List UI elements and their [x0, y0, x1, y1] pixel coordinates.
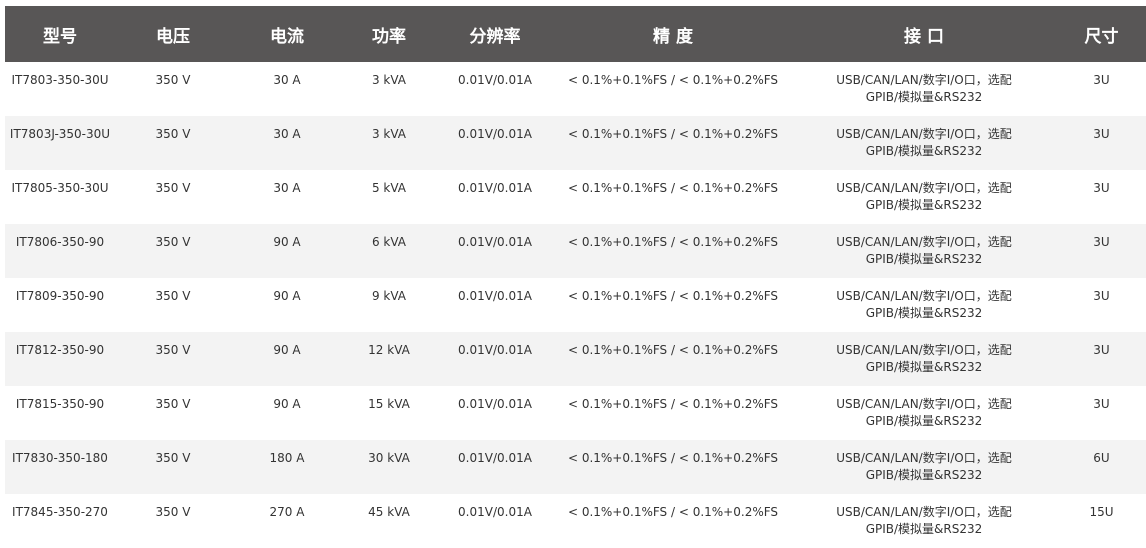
cell-interface: USB/CAN/LAN/数字I/O口，选配GPIB/模拟量&RS232 — [836, 505, 1012, 536]
cell-model: IT7809-350-90 — [15, 289, 105, 303]
cell-accuracy: < 0.1%+0.1%FS / < 0.1%+0.2%FS — [567, 451, 779, 465]
cell-voltage: 350 V — [155, 289, 191, 303]
header-cell-resolution: 分辨率 — [435, 6, 555, 62]
cell-size: 3U — [1093, 127, 1110, 141]
cell-size: 3U — [1093, 235, 1110, 249]
cell-current: 90 A — [273, 343, 301, 357]
cell-model: IT7812-350-90 — [15, 343, 105, 357]
cell-current: 30 A — [273, 181, 301, 195]
table-row: IT7830-350-180 350 V 180 A 30 kVA 0.01V/… — [5, 440, 1146, 494]
cell-power: 30 kVA — [368, 451, 410, 465]
cell-model: IT7845-350-270 — [12, 505, 108, 519]
table-row: IT7805-350-30U 350 V 30 A 5 kVA 0.01V/0.… — [5, 170, 1146, 224]
header-row: 型号 电压 电流 功率 分辨率 精 度 接 口 尺寸 — [5, 6, 1146, 62]
cell-resolution: 0.01V/0.01A — [458, 343, 532, 357]
cell-accuracy: < 0.1%+0.1%FS / < 0.1%+0.2%FS — [567, 73, 779, 87]
header-cell-current: 电流 — [231, 6, 343, 62]
cell-power: 3 kVA — [371, 127, 407, 141]
cell-resolution: 0.01V/0.01A — [458, 397, 532, 411]
header-cell-size: 尺寸 — [1057, 6, 1146, 62]
cell-voltage: 350 V — [155, 181, 191, 195]
table-row: IT7815-350-90 350 V 90 A 15 kVA 0.01V/0.… — [5, 386, 1146, 440]
header-cell-accuracy: 精 度 — [555, 6, 791, 62]
table-row: IT7803J-350-30U 350 V 30 A 3 kVA 0.01V/0… — [5, 116, 1146, 170]
cell-power: 12 kVA — [368, 343, 410, 357]
table-header: 型号 电压 电流 功率 分辨率 精 度 接 口 尺寸 — [5, 6, 1146, 62]
cell-power: 3 kVA — [371, 73, 407, 87]
cell-accuracy: < 0.1%+0.1%FS / < 0.1%+0.2%FS — [567, 343, 779, 357]
cell-interface: USB/CAN/LAN/数字I/O口，选配GPIB/模拟量&RS232 — [836, 73, 1012, 104]
cell-current: 270 A — [269, 505, 305, 519]
cell-interface: USB/CAN/LAN/数字I/O口，选配GPIB/模拟量&RS232 — [836, 451, 1012, 482]
table-row: IT7806-350-90 350 V 90 A 6 kVA 0.01V/0.0… — [5, 224, 1146, 278]
cell-current: 30 A — [273, 127, 301, 141]
cell-size: 3U — [1093, 73, 1110, 87]
cell-model: IT7830-350-180 — [12, 451, 108, 465]
cell-current: 90 A — [273, 289, 301, 303]
cell-size: 15U — [1089, 505, 1114, 519]
header-cell-interface: 接 口 — [791, 6, 1057, 62]
cell-interface: USB/CAN/LAN/数字I/O口，选配GPIB/模拟量&RS232 — [836, 127, 1012, 158]
cell-size: 6U — [1093, 451, 1110, 465]
cell-voltage: 350 V — [155, 127, 191, 141]
cell-resolution: 0.01V/0.01A — [458, 181, 532, 195]
spec-table: 型号 电压 电流 功率 分辨率 精 度 接 口 尺寸 IT7803-350-30… — [5, 6, 1146, 548]
cell-accuracy: < 0.1%+0.1%FS / < 0.1%+0.2%FS — [567, 235, 779, 249]
cell-interface: USB/CAN/LAN/数字I/O口，选配GPIB/模拟量&RS232 — [836, 397, 1012, 428]
cell-resolution: 0.01V/0.01A — [458, 451, 532, 465]
cell-accuracy: < 0.1%+0.1%FS / < 0.1%+0.2%FS — [567, 181, 779, 195]
cell-resolution: 0.01V/0.01A — [458, 289, 532, 303]
cell-interface: USB/CAN/LAN/数字I/O口，选配GPIB/模拟量&RS232 — [836, 289, 1012, 320]
cell-interface: USB/CAN/LAN/数字I/O口，选配GPIB/模拟量&RS232 — [836, 181, 1012, 212]
table-body: IT7803-350-30U 350 V 30 A 3 kVA 0.01V/0.… — [5, 62, 1146, 548]
cell-interface: USB/CAN/LAN/数字I/O口，选配GPIB/模拟量&RS232 — [836, 235, 1012, 266]
cell-current: 180 A — [269, 451, 305, 465]
cell-power: 5 kVA — [371, 181, 407, 195]
cell-resolution: 0.01V/0.01A — [458, 235, 532, 249]
cell-voltage: 350 V — [155, 343, 191, 357]
cell-resolution: 0.01V/0.01A — [458, 505, 532, 519]
cell-model: IT7805-350-30U — [11, 181, 109, 195]
cell-voltage: 350 V — [155, 397, 191, 411]
table-row: IT7809-350-90 350 V 90 A 9 kVA 0.01V/0.0… — [5, 278, 1146, 332]
table-row: IT7812-350-90 350 V 90 A 12 kVA 0.01V/0.… — [5, 332, 1146, 386]
cell-size: 3U — [1093, 289, 1110, 303]
cell-current: 30 A — [273, 73, 301, 87]
cell-size: 3U — [1093, 343, 1110, 357]
cell-current: 90 A — [273, 397, 301, 411]
cell-voltage: 350 V — [155, 235, 191, 249]
cell-current: 90 A — [273, 235, 301, 249]
cell-voltage: 350 V — [155, 451, 191, 465]
cell-resolution: 0.01V/0.01A — [458, 127, 532, 141]
cell-accuracy: < 0.1%+0.1%FS / < 0.1%+0.2%FS — [567, 397, 779, 411]
cell-model: IT7803J-350-30U — [9, 127, 111, 141]
spec-table-container: 型号 电压 电流 功率 分辨率 精 度 接 口 尺寸 IT7803-350-30… — [5, 6, 1146, 548]
cell-accuracy: < 0.1%+0.1%FS / < 0.1%+0.2%FS — [567, 505, 779, 519]
cell-size: 3U — [1093, 397, 1110, 411]
cell-interface: USB/CAN/LAN/数字I/O口，选配GPIB/模拟量&RS232 — [836, 343, 1012, 374]
cell-power: 15 kVA — [368, 397, 410, 411]
cell-power: 6 kVA — [371, 235, 407, 249]
header-cell-model: 型号 — [5, 6, 115, 62]
cell-model: IT7806-350-90 — [15, 235, 105, 249]
table-row: IT7845-350-270 350 V 270 A 45 kVA 0.01V/… — [5, 494, 1146, 548]
cell-accuracy: < 0.1%+0.1%FS / < 0.1%+0.2%FS — [567, 289, 779, 303]
cell-resolution: 0.01V/0.01A — [458, 73, 532, 87]
table-row: IT7803-350-30U 350 V 30 A 3 kVA 0.01V/0.… — [5, 62, 1146, 116]
cell-power: 45 kVA — [368, 505, 410, 519]
cell-power: 9 kVA — [371, 289, 407, 303]
cell-voltage: 350 V — [155, 73, 191, 87]
cell-accuracy: < 0.1%+0.1%FS / < 0.1%+0.2%FS — [567, 127, 779, 141]
cell-model: IT7803-350-30U — [11, 73, 109, 87]
cell-voltage: 350 V — [155, 505, 191, 519]
header-cell-power: 功率 — [343, 6, 435, 62]
cell-size: 3U — [1093, 181, 1110, 195]
header-cell-voltage: 电压 — [115, 6, 231, 62]
cell-model: IT7815-350-90 — [15, 397, 105, 411]
